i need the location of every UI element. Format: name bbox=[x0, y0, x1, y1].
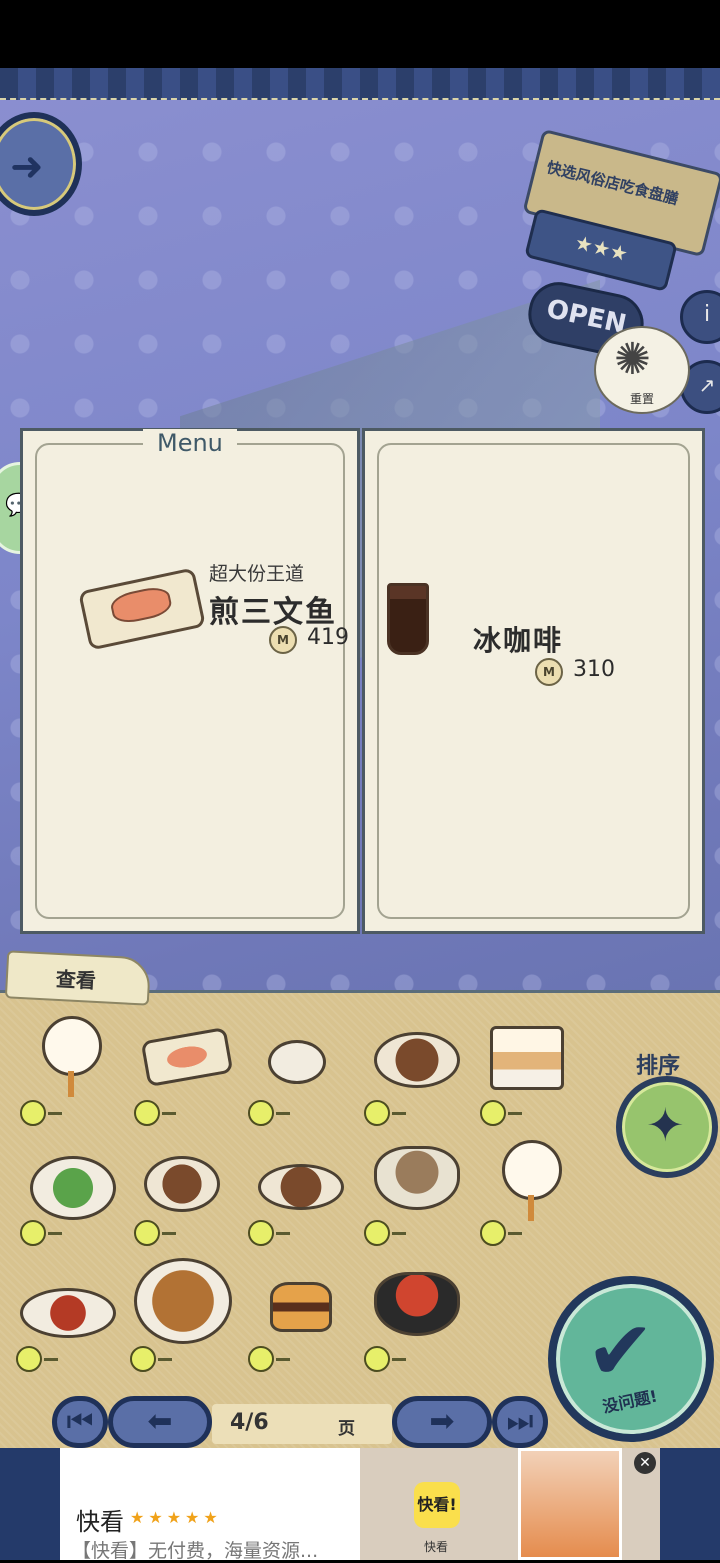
close-icon[interactable]: ✕ bbox=[634, 1452, 656, 1474]
item-cotton-candy-2[interactable] bbox=[480, 1140, 580, 1260]
menu-page-right: 冰咖啡 M 310 bbox=[362, 428, 705, 934]
quantity-face-icon bbox=[16, 1346, 58, 1372]
arrow-right-icon: ➜ bbox=[10, 144, 44, 190]
quantity-face-icon bbox=[364, 1220, 406, 1246]
skip-back-icon: ⏮ bbox=[66, 1404, 94, 1439]
steak-icon bbox=[258, 1164, 344, 1210]
item-strawberry-cake[interactable] bbox=[480, 1026, 580, 1146]
ad-description: 【快看】无付费，海量资源... bbox=[72, 1540, 319, 1562]
skip-forward-icon: ⏭ bbox=[506, 1404, 534, 1439]
quantity-face-icon bbox=[364, 1346, 406, 1372]
ad-brand: 快看 bbox=[76, 1508, 124, 1536]
seafood-bowl-icon bbox=[374, 1272, 460, 1336]
reset-button[interactable]: ✺ 重置 bbox=[594, 326, 690, 414]
coin-icon: M bbox=[535, 658, 563, 686]
ad-logo-caption: 快看 bbox=[424, 1540, 449, 1554]
quantity-face-icon bbox=[130, 1346, 172, 1372]
page-unit: 页 bbox=[338, 1419, 355, 1439]
sort-label: 排序 bbox=[636, 1054, 681, 1079]
status-bar bbox=[0, 0, 720, 68]
reset-icon: ✺ bbox=[614, 334, 651, 385]
page-number: 4/6 bbox=[230, 1410, 269, 1435]
menu-frame bbox=[377, 443, 690, 919]
quantity-face-icon bbox=[248, 1100, 290, 1126]
grilled-salmon-icon bbox=[140, 1026, 234, 1088]
confirm-button[interactable]: ✔ 没问题! bbox=[548, 1276, 714, 1442]
item-pork-cutlet[interactable] bbox=[130, 1258, 232, 1378]
sparkle-icon: ✦ bbox=[646, 1098, 685, 1152]
fried-noodles-icon bbox=[374, 1032, 460, 1088]
ad-banner[interactable]: 快看 ★★★★★ 【快看】无付费，海量资源... 快看! 快看 bbox=[0, 1448, 720, 1562]
info-icon: i bbox=[703, 302, 711, 327]
page-indicator: 4/6 页 bbox=[212, 1404, 392, 1444]
arrow-left-icon: ⬅ bbox=[147, 1404, 173, 1439]
item-burger[interactable] bbox=[248, 1282, 348, 1402]
item-salad[interactable] bbox=[20, 1156, 120, 1276]
drink-name: 冰咖啡 bbox=[473, 624, 564, 657]
item-steak[interactable] bbox=[248, 1164, 348, 1284]
item-noodle-soup[interactable] bbox=[364, 1146, 464, 1266]
iced-coffee-icon bbox=[387, 583, 429, 655]
ad-rating-stars: ★★★★★ bbox=[130, 1508, 222, 1527]
quantity-face-icon bbox=[248, 1346, 290, 1372]
strawberry-cake-icon bbox=[490, 1026, 564, 1090]
cotton-candy-icon bbox=[42, 1016, 102, 1097]
first-page-button[interactable]: ⏮ bbox=[52, 1396, 108, 1448]
omelette-plate-icon bbox=[20, 1288, 116, 1338]
last-page-button[interactable]: ⏭ bbox=[492, 1396, 548, 1448]
menu-page-left: Menu 超大份王道 煎三文鱼 M 419 bbox=[20, 428, 360, 934]
item-dim-sum[interactable] bbox=[248, 1040, 348, 1160]
quantity-face-icon bbox=[134, 1220, 176, 1246]
menu-title: Menu bbox=[143, 429, 237, 457]
app-logo-icon: 快看! bbox=[414, 1482, 460, 1528]
cotton-candy-icon bbox=[502, 1140, 562, 1221]
quantity-face-icon bbox=[364, 1100, 406, 1126]
dish-price: 419 bbox=[307, 625, 349, 650]
reset-label: 重置 bbox=[629, 392, 654, 406]
sort-button[interactable]: ✦ bbox=[616, 1076, 718, 1178]
item-seafood-bowl[interactable] bbox=[364, 1272, 464, 1392]
arrow-right-icon: ➡ bbox=[429, 1404, 455, 1439]
salad-icon bbox=[30, 1156, 116, 1220]
share-icon: ↗ bbox=[698, 373, 716, 397]
noodle-soup-icon bbox=[374, 1146, 460, 1210]
quantity-face-icon bbox=[248, 1220, 290, 1246]
rice-balls-icon bbox=[144, 1156, 220, 1212]
bunting-decoration bbox=[0, 68, 720, 100]
burger-icon bbox=[270, 1282, 332, 1332]
quantity-face-icon bbox=[134, 1100, 176, 1126]
menu-frame bbox=[35, 443, 345, 919]
quantity-face-icon bbox=[480, 1100, 522, 1126]
comic-thumbnail bbox=[518, 1448, 622, 1560]
quantity-face-icon bbox=[20, 1100, 62, 1126]
pork-cutlet-icon bbox=[134, 1258, 232, 1344]
dim-sum-icon bbox=[268, 1040, 326, 1084]
pager: ⏮ ⬅ 4/6 页 ➡ ⏭ bbox=[52, 1396, 548, 1448]
next-page-button[interactable]: ➡ bbox=[392, 1396, 492, 1448]
item-grilled-salmon[interactable] bbox=[134, 1026, 234, 1154]
quantity-face-icon bbox=[20, 1220, 62, 1246]
drink-price: 310 bbox=[573, 657, 615, 682]
item-cotton-candy[interactable] bbox=[20, 1016, 120, 1136]
item-fried-noodles[interactable] bbox=[364, 1032, 464, 1152]
ad-text-area[interactable]: 快看 ★★★★★ 【快看】无付费，海量资源... bbox=[60, 1448, 360, 1562]
ad-image-area[interactable]: 快看! 快看 bbox=[360, 1448, 660, 1560]
coin-icon: M bbox=[269, 626, 297, 654]
dish-subtitle: 超大份王道 bbox=[209, 563, 305, 585]
prev-page-button[interactable]: ⬅ bbox=[108, 1396, 212, 1448]
item-omelette-plate[interactable] bbox=[16, 1288, 116, 1408]
view-tab[interactable]: 查看 bbox=[4, 950, 152, 1006]
quantity-face-icon bbox=[480, 1220, 522, 1246]
